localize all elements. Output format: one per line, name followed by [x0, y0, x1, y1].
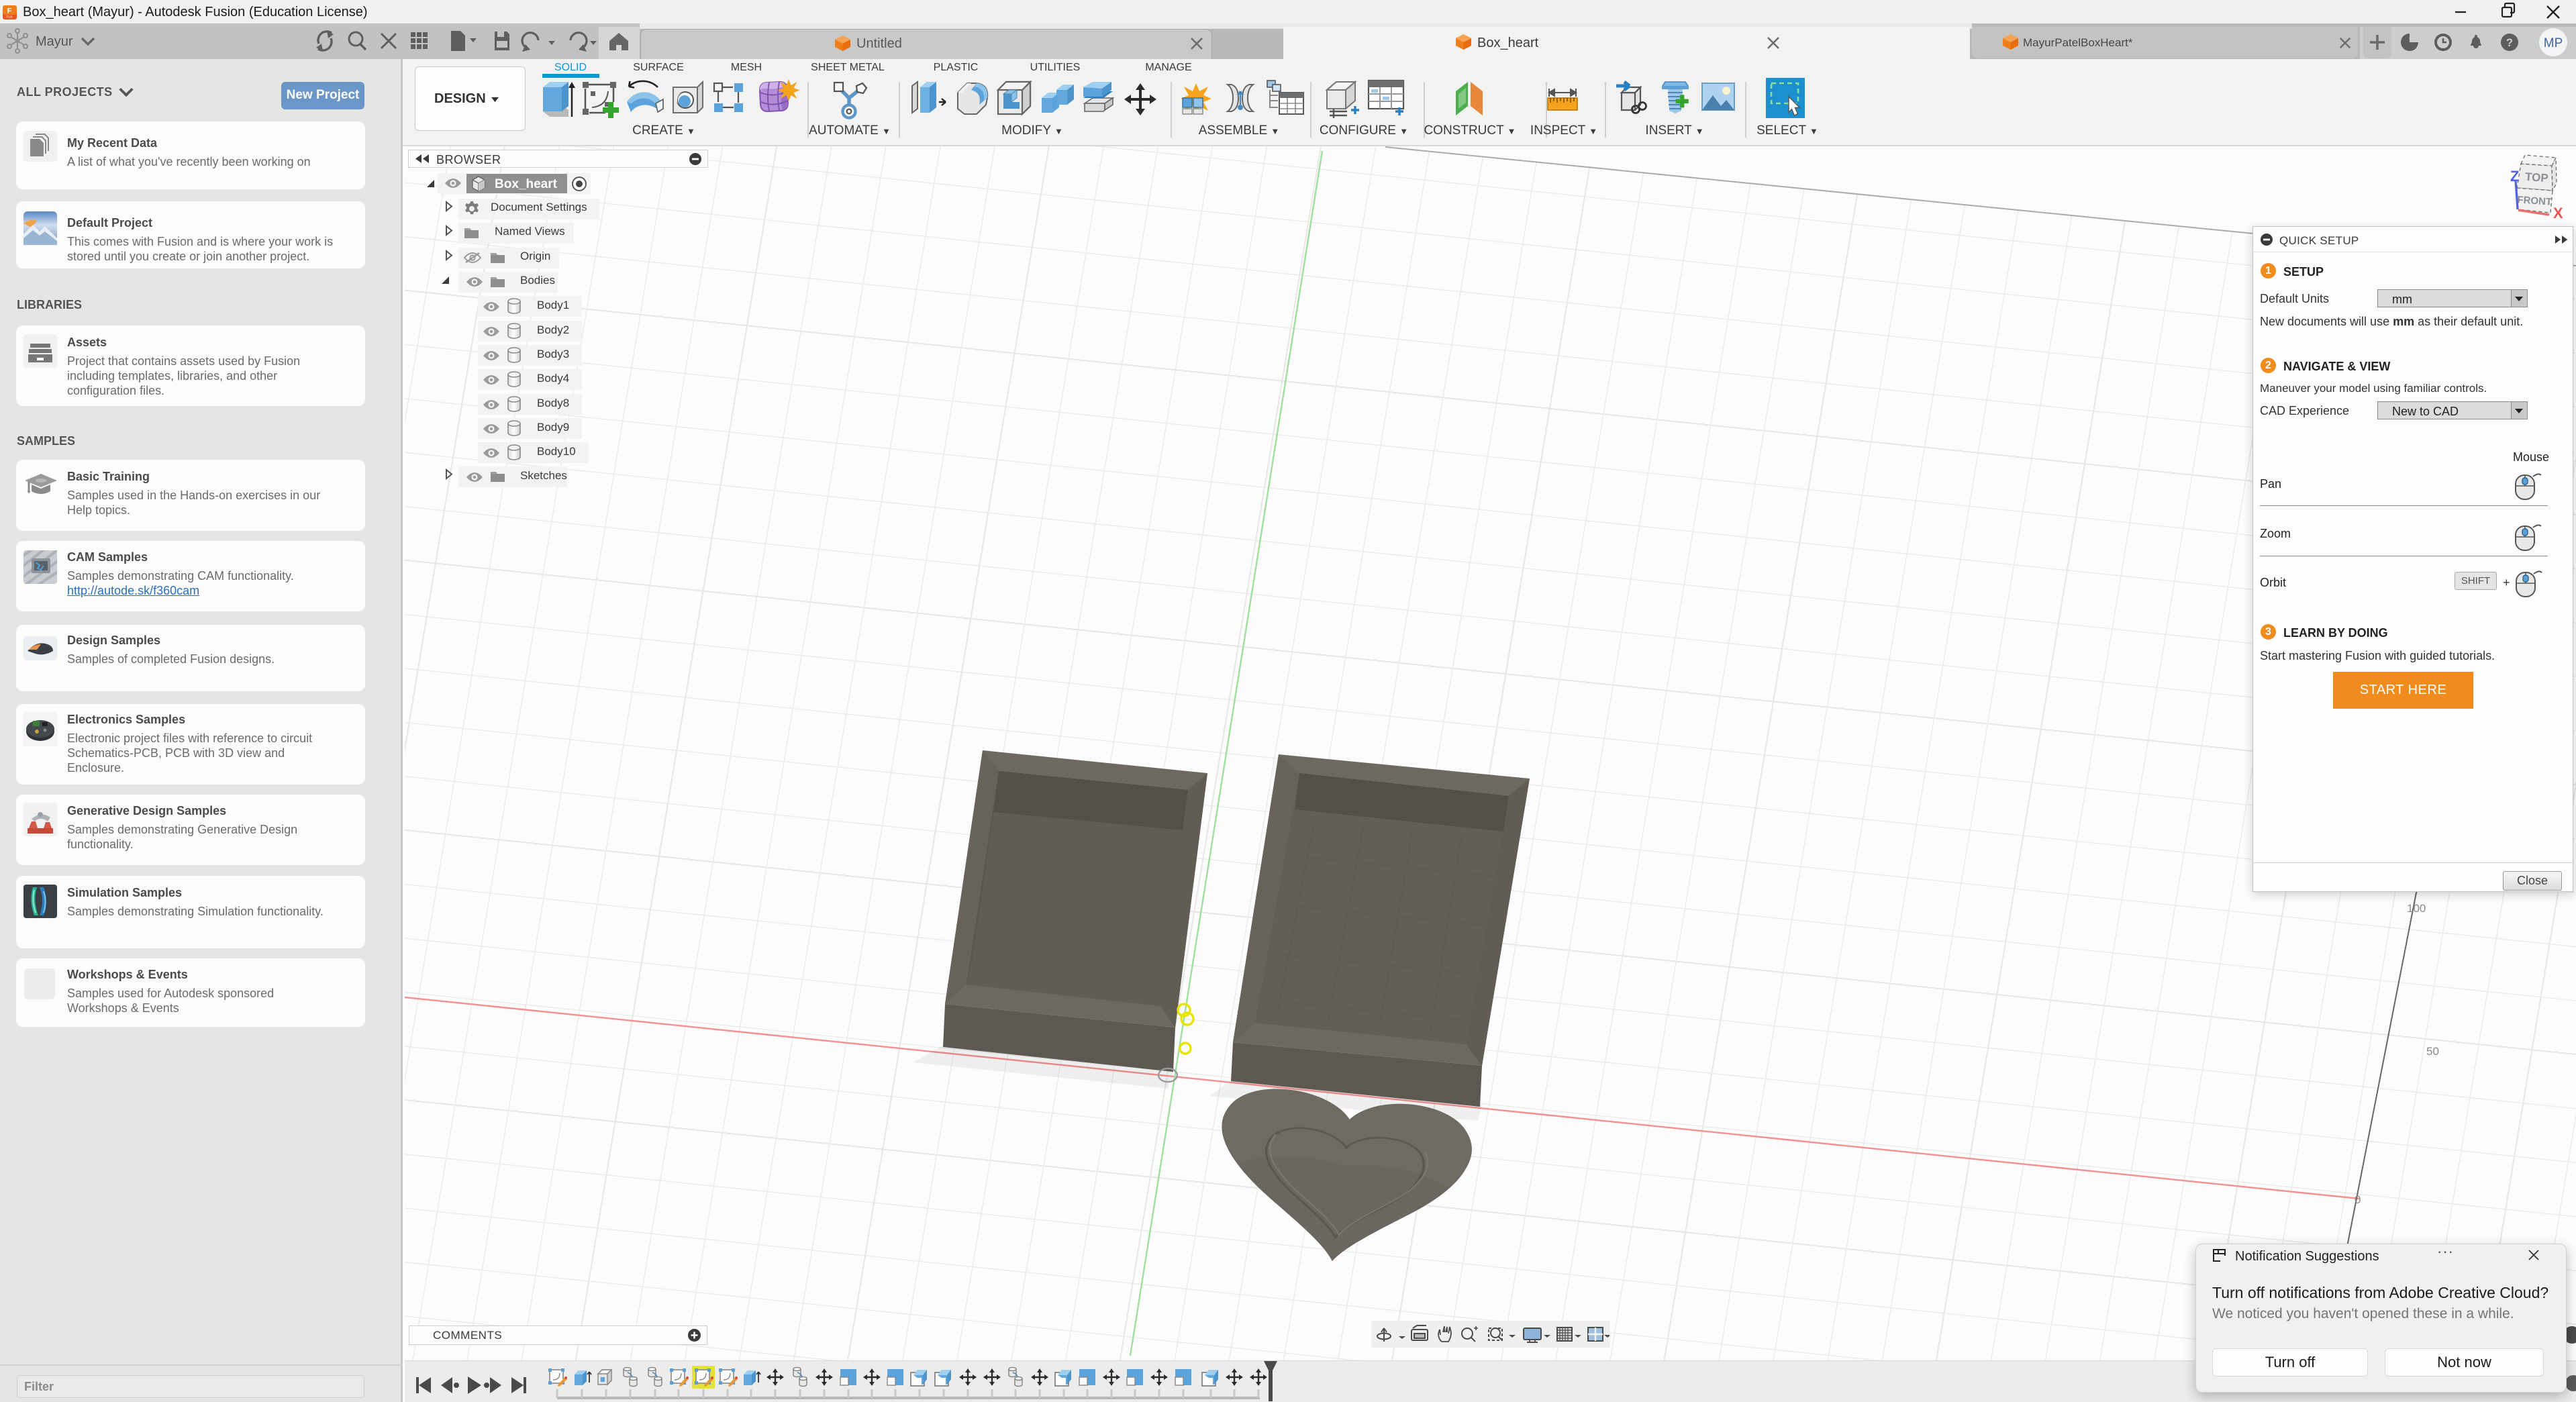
- svg-text:100: 100: [2407, 902, 2426, 915]
- svg-text:50: 50: [2426, 1045, 2439, 1058]
- svg-text:MP: MP: [2544, 36, 2563, 50]
- svg-text:TOP: TOP: [2524, 170, 2548, 185]
- svg-text:X: X: [2553, 205, 2563, 221]
- svg-text:F: F: [7, 7, 12, 15]
- svg-text:0: 0: [2355, 1193, 2361, 1206]
- svg-text:?: ?: [2506, 36, 2513, 49]
- svg-text:FUS: FUS: [6, 15, 12, 19]
- svg-text:FRONT: FRONT: [2517, 194, 2553, 208]
- svg-text:Mayur: Mayur: [36, 34, 73, 49]
- svg-text:Z: Z: [2510, 168, 2519, 185]
